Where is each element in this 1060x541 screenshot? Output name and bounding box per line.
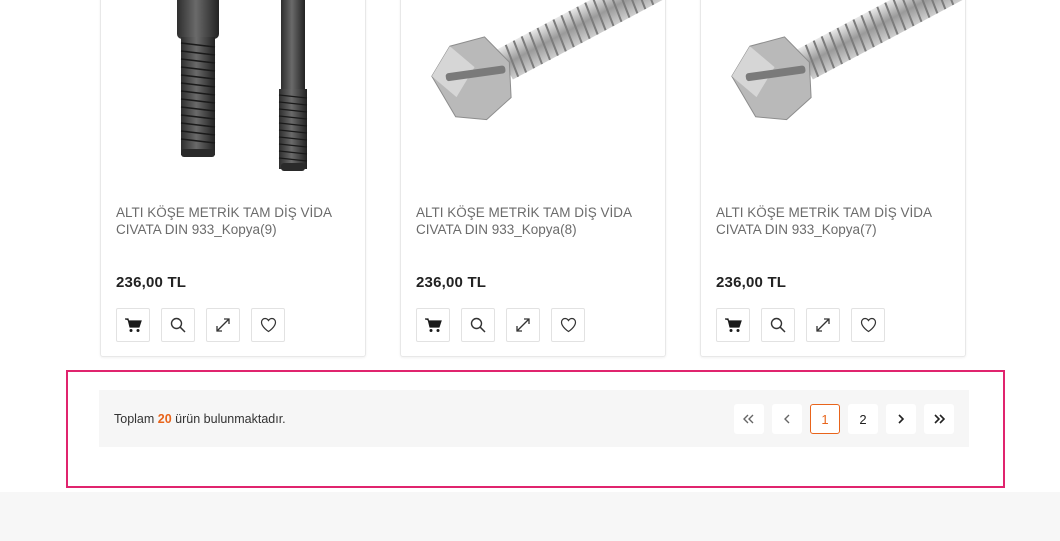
product-price: 236,00 TL: [116, 274, 187, 291]
next-page-button[interactable]: [886, 404, 916, 434]
compare-button[interactable]: [806, 308, 840, 342]
cart-icon: [725, 318, 742, 332]
product-total-text: Toplam 20 ürün bulunmaktadır.: [114, 412, 286, 426]
page-1-button[interactable]: 1: [810, 404, 840, 434]
compare-button[interactable]: [506, 308, 540, 342]
footer-band: [0, 492, 1060, 541]
product-card[interactable]: ALTI KÖŞE METRİK TAM DİŞ VİDA CIVATA DIN…: [400, 0, 666, 357]
cart-icon: [425, 318, 442, 332]
chevron-left-icon: [784, 414, 790, 424]
product-name[interactable]: ALTI KÖŞE METRİK TAM DİŞ VİDA CIVATA DIN…: [416, 204, 646, 238]
product-price: 236,00 TL: [416, 274, 487, 291]
pagination: 1 2: [734, 404, 954, 434]
page-2-button[interactable]: 2: [848, 404, 878, 434]
pagination-bar: Toplam 20 ürün bulunmaktadır. 1 2: [99, 390, 969, 447]
last-page-button[interactable]: [924, 404, 954, 434]
search-icon: [170, 317, 186, 333]
quick-view-button[interactable]: [161, 308, 195, 342]
product-name[interactable]: ALTI KÖŞE METRİK TAM DİŞ VİDA CIVATA DIN…: [716, 204, 946, 238]
compare-icon: [516, 318, 530, 332]
compare-icon: [816, 318, 830, 332]
compare-button[interactable]: [206, 308, 240, 342]
product-card[interactable]: ALTI KÖŞE METRİK TAM DİŞ VİDA CIVATA DIN…: [100, 0, 366, 357]
product-price: 236,00 TL: [716, 274, 787, 291]
search-icon: [470, 317, 486, 333]
first-page-button[interactable]: [734, 404, 764, 434]
double-chevron-left-icon: [743, 414, 754, 424]
prev-page-button[interactable]: [772, 404, 802, 434]
cart-icon: [125, 318, 142, 332]
heart-icon: [560, 317, 576, 333]
product-image[interactable]: [701, 0, 965, 181]
total-count: 20: [157, 412, 172, 426]
product-image[interactable]: [101, 0, 365, 181]
total-suffix: ürün bulunmaktadır.: [175, 412, 286, 426]
wishlist-button[interactable]: [251, 308, 285, 342]
heart-icon: [260, 317, 276, 333]
wishlist-button[interactable]: [551, 308, 585, 342]
heart-icon: [860, 317, 876, 333]
search-icon: [770, 317, 786, 333]
quick-view-button[interactable]: [761, 308, 795, 342]
product-image[interactable]: [401, 0, 665, 181]
total-prefix: Toplam: [114, 412, 155, 426]
double-chevron-right-icon: [934, 414, 945, 424]
quick-view-button[interactable]: [461, 308, 495, 342]
wishlist-button[interactable]: [851, 308, 885, 342]
product-card[interactable]: ALTI KÖŞE METRİK TAM DİŞ VİDA CIVATA DIN…: [700, 0, 966, 357]
product-name[interactable]: ALTI KÖŞE METRİK TAM DİŞ VİDA CIVATA DIN…: [116, 204, 346, 238]
add-to-cart-button[interactable]: [416, 308, 450, 342]
compare-icon: [216, 318, 230, 332]
add-to-cart-button[interactable]: [716, 308, 750, 342]
add-to-cart-button[interactable]: [116, 308, 150, 342]
chevron-right-icon: [898, 414, 905, 424]
